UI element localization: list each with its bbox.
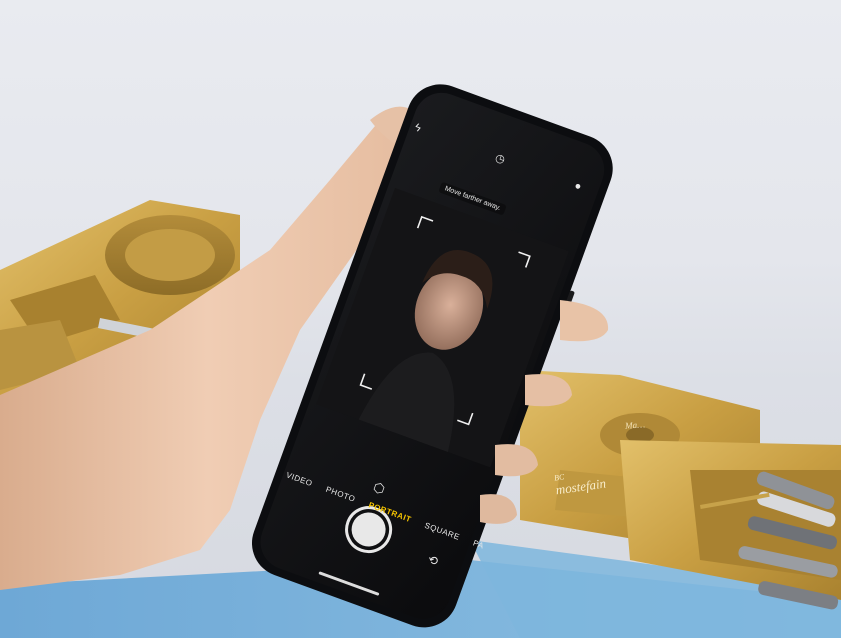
mode-photo[interactable]: PHOTO bbox=[325, 485, 357, 504]
timer-icon[interactable]: ◷ bbox=[493, 151, 506, 167]
photo-scene: ϟ ◷ ● Move farther away. ⬡ VIDEO PHOTO P… bbox=[0, 0, 841, 638]
flash-icon[interactable]: ϟ bbox=[413, 122, 423, 135]
filter-icon[interactable]: ● bbox=[573, 180, 583, 194]
tray-round-inner bbox=[125, 229, 215, 281]
mode-portrait[interactable]: PORTRAIT bbox=[367, 500, 412, 524]
switch-camera-icon[interactable]: ⟲ bbox=[426, 552, 440, 569]
mode-video[interactable]: VIDEO bbox=[285, 470, 314, 488]
mode-square[interactable]: SQUARE bbox=[423, 521, 461, 542]
mode-pano[interactable]: PA bbox=[472, 538, 485, 550]
tray-plate-label: Ma… bbox=[624, 419, 646, 431]
camera-hint: Move farther away. bbox=[438, 181, 507, 216]
lighting-cube-icon[interactable]: ⬡ bbox=[371, 479, 387, 498]
